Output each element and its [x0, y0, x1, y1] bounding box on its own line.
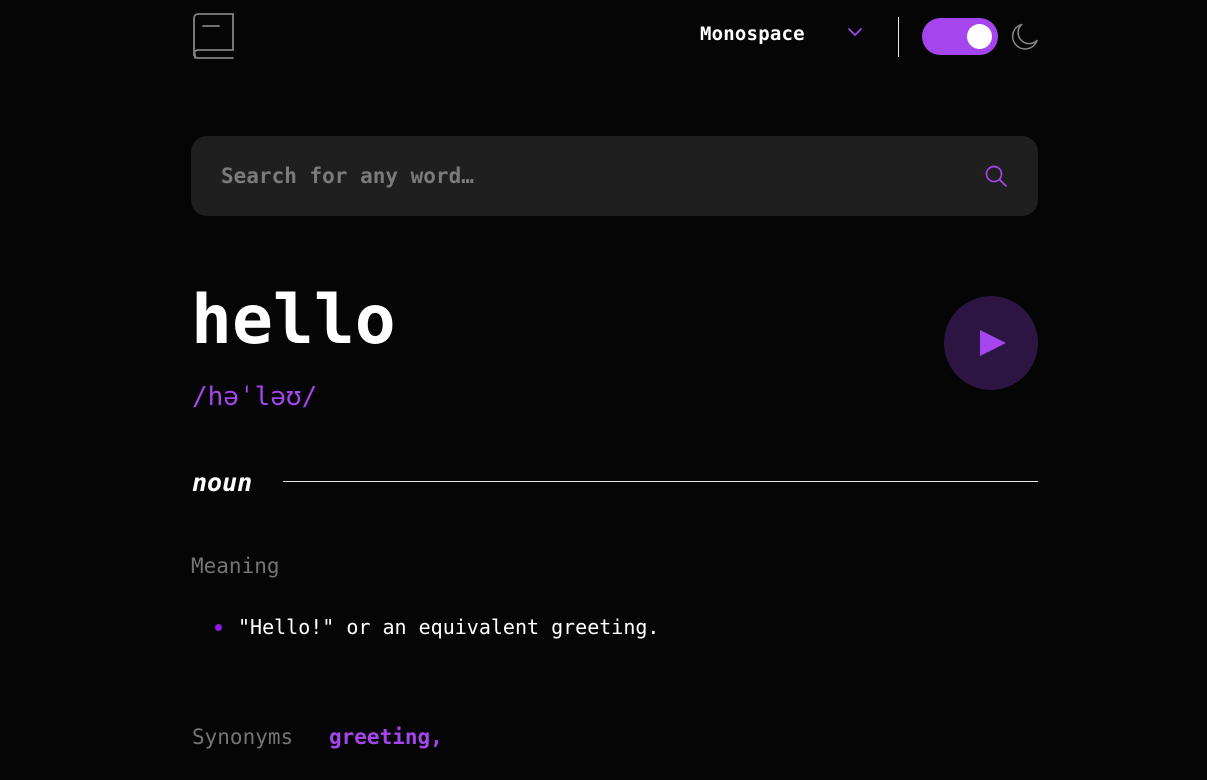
- synonyms-label: Synonyms: [192, 725, 294, 749]
- dictionary-app: Monospace hello /həˈləʊ/ noun Meaning "H…: [0, 0, 1207, 780]
- book-icon[interactable]: [191, 13, 235, 61]
- synonym-link[interactable]: greeting,: [329, 721, 443, 753]
- theme-toggle[interactable]: [922, 18, 998, 55]
- definition-text: "Hello!" or an equivalent greeting.: [238, 615, 660, 639]
- meaning-label: Meaning: [191, 554, 280, 578]
- chevron-down-icon: [848, 28, 862, 36]
- bullet-icon: [215, 624, 222, 631]
- font-selector-value: Monospace: [700, 23, 805, 45]
- definition-list: "Hello!" or an equivalent greeting.: [213, 611, 659, 643]
- part-of-speech-divider: [283, 481, 1038, 482]
- entry-word: hello: [191, 281, 396, 360]
- search-icon[interactable]: [984, 164, 1008, 188]
- theme-toggle-knob: [967, 24, 992, 49]
- definition-item: "Hello!" or an equivalent greeting.: [213, 611, 659, 643]
- moon-icon: [1011, 23, 1038, 50]
- search-bar: [191, 136, 1038, 216]
- search-input[interactable]: [221, 136, 961, 216]
- entry-phonetic: /həˈləʊ/: [192, 382, 318, 412]
- font-selector[interactable]: Monospace: [700, 20, 862, 48]
- part-of-speech: noun: [192, 468, 253, 497]
- play-icon: [980, 330, 1006, 356]
- header-divider: [898, 17, 899, 57]
- play-pronunciation-button[interactable]: [944, 296, 1038, 390]
